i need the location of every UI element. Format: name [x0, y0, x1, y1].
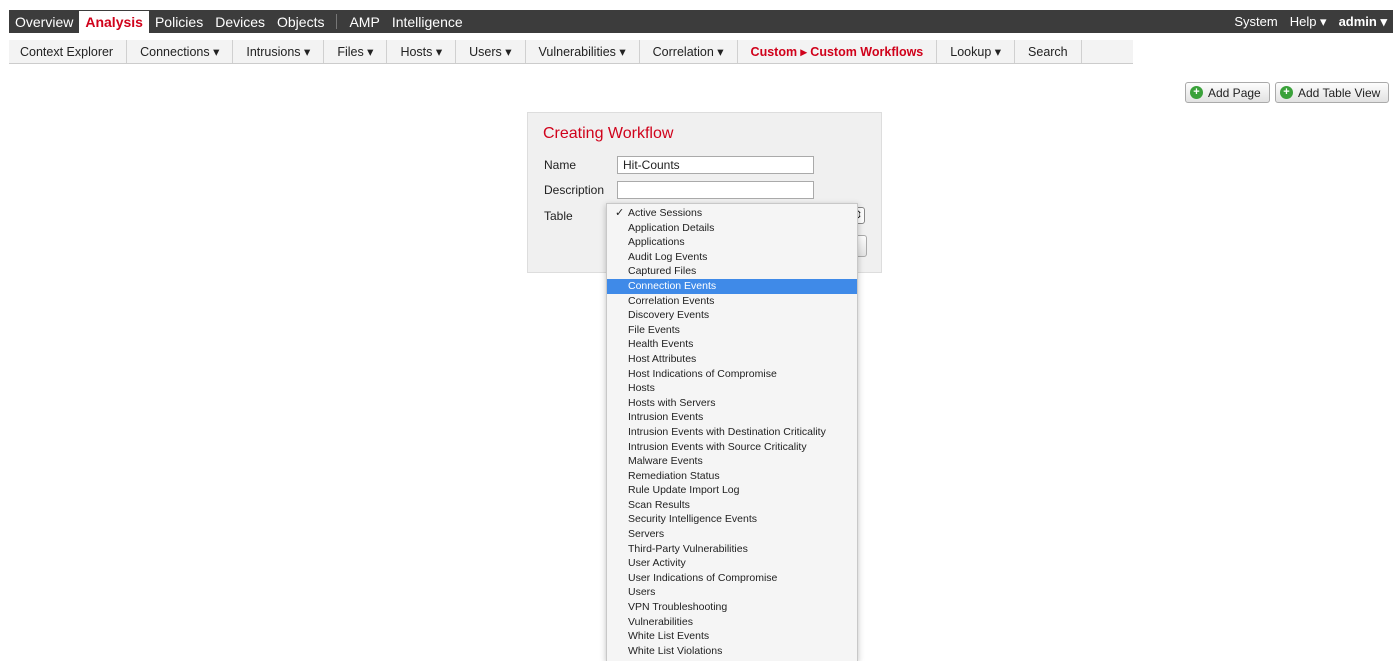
dropdown-option[interactable]: Remediation Status [607, 469, 857, 484]
subnav-connections[interactable]: Connections ▾ [127, 40, 234, 63]
subnav-correlation[interactable]: Correlation ▾ [640, 40, 738, 63]
nav-intelligence[interactable]: Intelligence [386, 10, 469, 33]
subnav-hosts[interactable]: Hosts ▾ [387, 40, 457, 63]
dropdown-option[interactable]: Security Intelligence Events [607, 512, 857, 527]
dropdown-option[interactable]: Health Events [607, 337, 857, 352]
nav-analysis[interactable]: Analysis [79, 11, 149, 33]
table-dropdown-list[interactable]: ✓ Active Sessions Application Details Ap… [606, 203, 858, 661]
dropdown-option-selected[interactable]: ✓ Active Sessions [607, 206, 857, 221]
description-input[interactable] [617, 181, 814, 199]
table-label: Table [544, 209, 573, 223]
nav-divider [336, 14, 338, 29]
name-label: Name [544, 158, 577, 172]
dropdown-option[interactable]: Discovery Events [607, 308, 857, 323]
nav-amp[interactable]: AMP [343, 10, 385, 33]
sub-navigation: Context Explorer Connections ▾ Intrusion… [9, 40, 1133, 64]
nav-policies[interactable]: Policies [149, 10, 209, 33]
subnav-files[interactable]: Files ▾ [324, 40, 388, 63]
nav-devices[interactable]: Devices [209, 10, 271, 33]
plus-icon: + [1190, 86, 1203, 99]
plus-icon: + [1280, 86, 1293, 99]
name-input[interactable]: Hit-Counts [617, 156, 814, 174]
subnav-context-explorer[interactable]: Context Explorer [9, 40, 128, 63]
subnav-vulnerabilities[interactable]: Vulnerabilities ▾ [526, 40, 640, 63]
add-table-view-label: Add Table View [1298, 85, 1381, 100]
add-page-label: Add Page [1208, 85, 1261, 100]
dropdown-option-highlighted[interactable]: Connection Events [607, 278, 857, 294]
dropdown-option[interactable]: Vulnerabilities [607, 615, 857, 630]
dropdown-option[interactable]: File Events [607, 323, 857, 338]
top-navigation: Overview Analysis Policies Devices Objec… [9, 10, 1393, 33]
description-label: Description [544, 183, 605, 197]
dropdown-option[interactable]: White List Events [607, 629, 857, 644]
dropdown-option[interactable]: Scan Results [607, 498, 857, 513]
dropdown-option[interactable]: User Indications of Compromise [607, 571, 857, 586]
dropdown-option[interactable]: Intrusion Events with Source Criticality [607, 440, 857, 455]
dropdown-option[interactable]: Intrusion Events [607, 410, 857, 425]
subnav-custom-workflows[interactable]: Custom ▸ Custom Workflows [738, 40, 938, 63]
add-table-view-button[interactable]: + Add Table View [1275, 82, 1389, 103]
dropdown-option[interactable]: Captured Files [607, 264, 857, 279]
dropdown-option[interactable]: White List Violations [607, 644, 857, 659]
option-label: Active Sessions [628, 207, 703, 219]
subnav-search[interactable]: Search [1015, 40, 1082, 63]
subnav-users[interactable]: Users ▾ [456, 40, 526, 63]
dropdown-option[interactable]: Third-Party Vulnerabilities [607, 542, 857, 557]
dropdown-option[interactable]: Users [607, 585, 857, 600]
dropdown-option[interactable]: Correlation Events [607, 294, 857, 309]
panel-title: Creating Workflow [543, 125, 674, 142]
nav-objects[interactable]: Objects [271, 10, 330, 33]
system-menu[interactable]: System [1228, 14, 1283, 29]
subnav-intrusions[interactable]: Intrusions ▾ [233, 40, 325, 63]
dropdown-option[interactable]: VPN Troubleshooting [607, 600, 857, 615]
dropdown-option[interactable]: Servers [607, 527, 857, 542]
dropdown-option[interactable]: User Activity [607, 556, 857, 571]
checkmark-icon: ✓ [615, 207, 625, 219]
dropdown-option[interactable]: Hosts with Servers [607, 396, 857, 411]
dropdown-option[interactable]: Audit Log Events [607, 250, 857, 265]
dropdown-option[interactable]: Intrusion Events with Destination Critic… [607, 425, 857, 440]
dropdown-option[interactable]: Malware Events [607, 454, 857, 469]
nav-overview[interactable]: Overview [9, 10, 79, 33]
user-menu[interactable]: admin ▾ [1333, 14, 1393, 30]
dropdown-option[interactable]: Applications [607, 235, 857, 250]
add-page-button[interactable]: + Add Page [1185, 82, 1270, 103]
dropdown-option[interactable]: Rule Update Import Log [607, 483, 857, 498]
dropdown-option[interactable]: Host Attributes [607, 352, 857, 367]
top-right-menu: System Help ▾ admin ▾ [1228, 10, 1393, 33]
dropdown-option[interactable]: Host Indications of Compromise [607, 367, 857, 382]
subnav-lookup[interactable]: Lookup ▾ [937, 40, 1016, 63]
dropdown-option[interactable]: Application Details [607, 221, 857, 236]
help-menu[interactable]: Help ▾ [1284, 14, 1333, 30]
dropdown-option[interactable]: Hosts [607, 381, 857, 396]
